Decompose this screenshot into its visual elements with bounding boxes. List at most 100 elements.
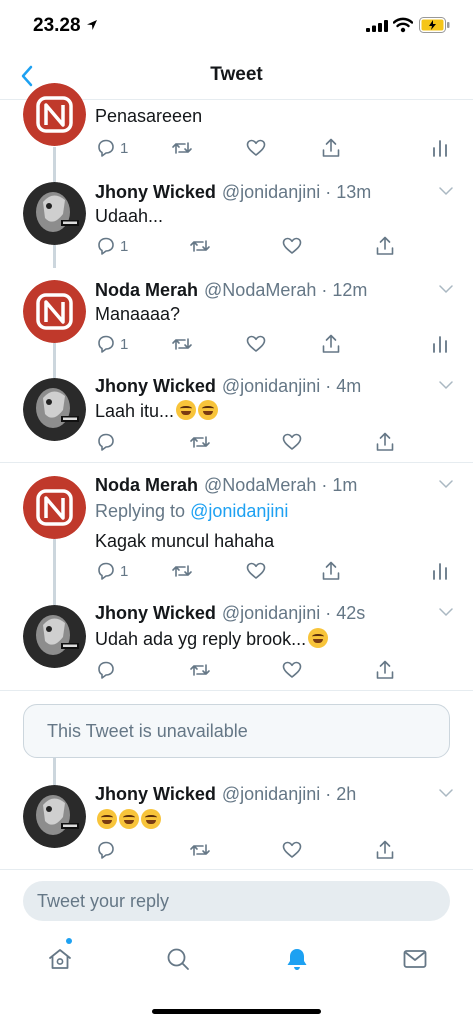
avatar-noda-merah[interactable] xyxy=(23,476,86,539)
tweet-header: Noda Merah @NodaMerah · 12m xyxy=(95,280,367,301)
author-name[interactable]: Noda Merah xyxy=(95,280,198,300)
avatar-jhony-wicked[interactable] xyxy=(23,182,86,245)
retweet-button[interactable] xyxy=(171,332,193,356)
reply-button[interactable]: 1 xyxy=(95,332,128,356)
reply-button[interactable] xyxy=(95,430,120,454)
chevron-down-icon[interactable] xyxy=(439,789,453,798)
author-handle[interactable]: @jonidanjini xyxy=(222,182,320,202)
like-button[interactable] xyxy=(281,430,303,454)
author-name[interactable]: Jhony Wicked xyxy=(95,182,216,202)
notifications-icon xyxy=(287,949,307,970)
grin-emoji xyxy=(308,628,329,648)
author-handle[interactable]: @jonidanjini xyxy=(222,603,320,623)
tab-search[interactable] xyxy=(158,939,198,979)
retweet-icon xyxy=(172,142,192,154)
retweet-icon xyxy=(172,338,192,350)
chevron-down-icon[interactable] xyxy=(439,381,453,390)
tab-messages[interactable] xyxy=(395,939,435,979)
tweet-actions: 1 xyxy=(95,234,455,258)
share-icon xyxy=(376,432,394,451)
tweet[interactable]: Penasareeen 1 xyxy=(0,83,473,177)
tweet-header: Noda Merah @NodaMerah · 1m xyxy=(95,475,357,496)
like-icon xyxy=(246,335,266,352)
like-button[interactable] xyxy=(281,234,303,258)
avatar-noda-merah[interactable] xyxy=(23,280,86,343)
share-icon xyxy=(322,138,340,157)
author-handle[interactable]: @jonidanjini xyxy=(222,784,320,804)
author-name[interactable]: Jhony Wicked xyxy=(95,376,216,396)
share-button[interactable] xyxy=(374,234,396,258)
timestamp: 4m xyxy=(336,376,362,396)
tweet-text: Kagak muncul hahaha xyxy=(95,531,275,551)
retweet-icon xyxy=(172,565,192,577)
share-button[interactable] xyxy=(320,136,342,160)
tweet[interactable]: Noda Merah @NodaMerah · 1m Replying to @j… xyxy=(0,463,473,589)
share-button[interactable] xyxy=(320,332,342,356)
author-name[interactable]: Jhony Wicked xyxy=(95,603,216,623)
tweet-actions: 1 xyxy=(95,332,455,356)
author-name[interactable]: Jhony Wicked xyxy=(95,784,216,804)
reply-input[interactable] xyxy=(23,881,450,921)
retweet-button[interactable] xyxy=(189,658,211,682)
reply-button[interactable]: 1 xyxy=(95,234,128,258)
like-button[interactable] xyxy=(281,658,303,682)
share-icon xyxy=(322,561,340,580)
avatar-jhony-wicked[interactable] xyxy=(23,378,86,441)
tab-home[interactable] xyxy=(40,939,80,979)
reply-button[interactable]: 1 xyxy=(95,559,128,583)
reply-count: 1 xyxy=(120,562,129,580)
retweet-button[interactable] xyxy=(189,234,211,258)
retweet-button[interactable] xyxy=(189,838,211,862)
chevron-down-icon[interactable] xyxy=(439,608,453,617)
reply-button[interactable] xyxy=(95,838,120,862)
reply-count: 1 xyxy=(120,237,129,255)
author-handle[interactable]: @NodaMerah xyxy=(204,280,316,300)
share-button[interactable] xyxy=(320,559,342,583)
mention-link[interactable]: @jonidanjini xyxy=(190,501,288,521)
avatar-jhony-wicked[interactable] xyxy=(23,785,86,848)
separator-dot: · xyxy=(320,603,337,623)
retweet-button[interactable] xyxy=(171,136,193,160)
thread-line xyxy=(53,366,56,378)
like-button[interactable] xyxy=(245,332,267,356)
tweet[interactable]: Jhony Wicked @jonidanjini · 2h xyxy=(0,771,473,869)
messages-icon xyxy=(403,950,427,968)
thread-line xyxy=(53,245,56,268)
chevron-down-icon[interactable] xyxy=(439,187,453,196)
chevron-down-icon[interactable] xyxy=(439,480,453,489)
chevron-down-icon[interactable] xyxy=(439,285,453,294)
reply-icon xyxy=(98,139,114,157)
tweet[interactable]: Jhony Wicked @jonidanjini · 13m Udaah... … xyxy=(0,170,473,268)
timestamp: 1m xyxy=(332,475,358,495)
retweet-button[interactable] xyxy=(171,559,193,583)
reply-button[interactable] xyxy=(95,658,120,682)
share-button[interactable] xyxy=(374,658,396,682)
retweet-button[interactable] xyxy=(189,430,211,454)
reply-button[interactable]: 1 xyxy=(95,136,128,160)
like-button[interactable] xyxy=(245,559,267,583)
share-button[interactable] xyxy=(374,838,396,862)
share-button[interactable] xyxy=(374,430,396,454)
like-button[interactable] xyxy=(281,838,303,862)
like-icon xyxy=(282,433,302,450)
tab-notifications[interactable] xyxy=(277,939,317,979)
battery-icon xyxy=(419,17,450,33)
tweet[interactable]: Jhony Wicked @jonidanjini · 4m Laah itu..… xyxy=(0,366,473,462)
author-handle[interactable]: @NodaMerah xyxy=(204,475,316,495)
analytics-button[interactable] xyxy=(429,136,451,160)
timestamp: 42s xyxy=(336,603,366,623)
avatar-jhony-wicked[interactable] xyxy=(23,605,86,668)
reply-icon xyxy=(98,841,114,859)
share-icon xyxy=(376,236,394,255)
page-title: Tweet xyxy=(210,64,263,85)
tweet[interactable]: Noda Merah @NodaMerah · 12m Manaaaa? 1 xyxy=(0,268,473,366)
analytics-button[interactable] xyxy=(429,332,451,356)
author-name[interactable]: Noda Merah xyxy=(95,475,198,495)
like-button[interactable] xyxy=(245,136,267,160)
tweet-actions xyxy=(95,430,455,454)
analytics-button[interactable] xyxy=(429,559,451,583)
author-handle[interactable]: @jonidanjini xyxy=(222,376,320,396)
unavailable-tweet-card: This Tweet is unavailable xyxy=(23,704,450,758)
tweet[interactable]: Jhony Wicked @jonidanjini · 42s Udah ada … xyxy=(0,589,473,689)
avatar-noda-merah[interactable] xyxy=(23,83,86,146)
